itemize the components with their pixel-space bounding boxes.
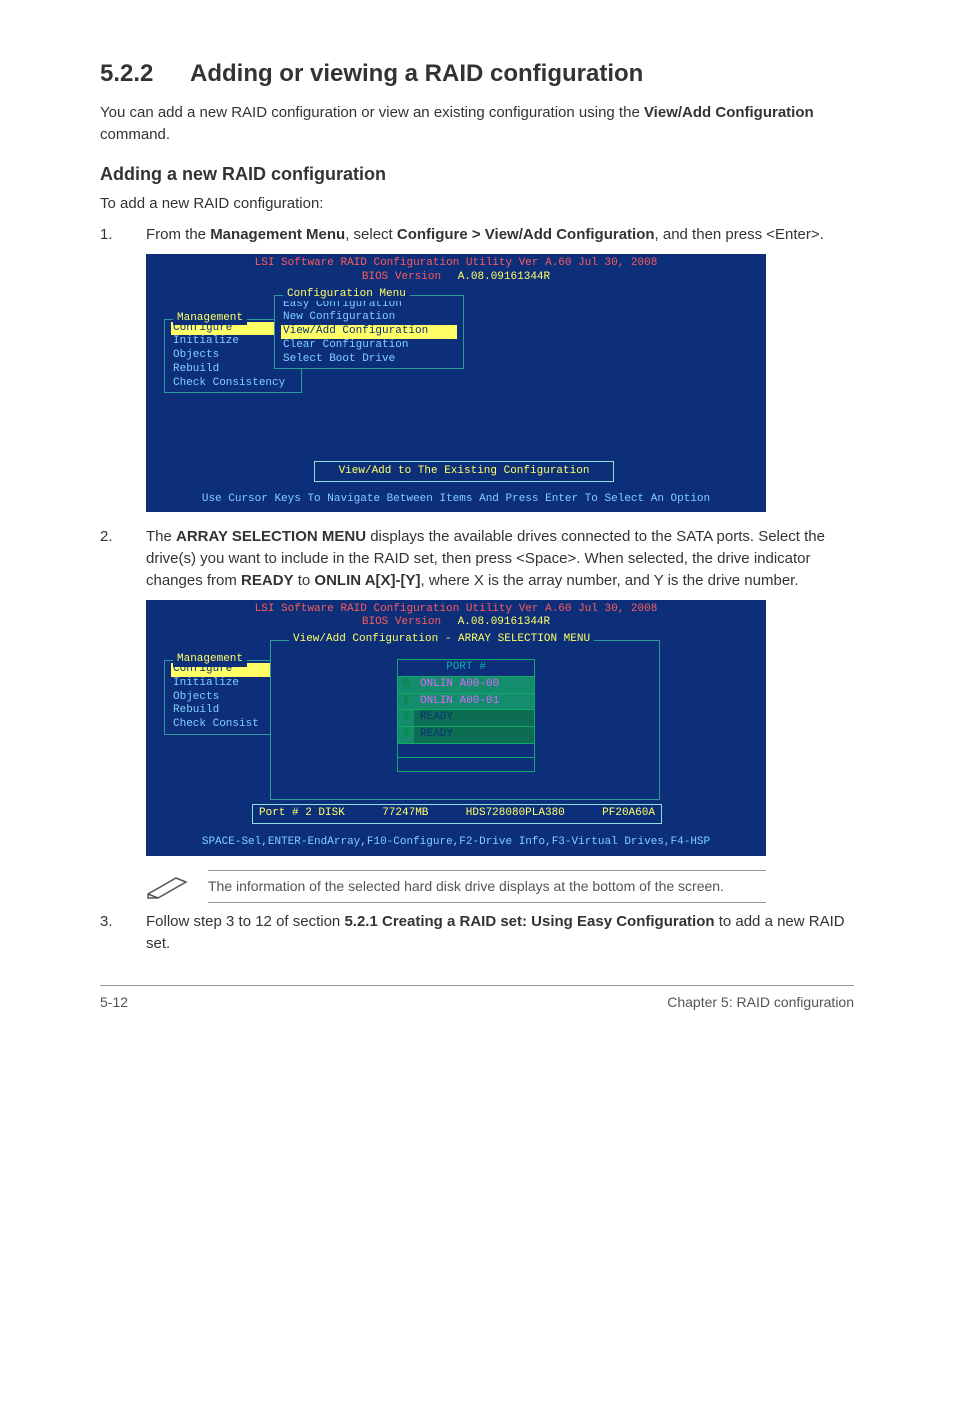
subheading: Adding a new RAID configuration bbox=[100, 164, 854, 185]
intro-paragraph: You can add a new RAID configuration or … bbox=[100, 102, 854, 146]
array-selection-menu: View/Add Configuration - ARRAY SELECTION… bbox=[270, 640, 660, 800]
status-message: View/Add to The Existing Configuration bbox=[314, 461, 614, 483]
port-2: READY bbox=[414, 710, 534, 726]
port-3: READY bbox=[414, 727, 534, 743]
port-header: PORT # bbox=[398, 660, 534, 676]
bios-header-2: LSI Software RAID Configuration Utility … bbox=[146, 600, 766, 633]
management-menu-2: Management Configure Initialize Objects … bbox=[164, 660, 282, 735]
drive-status-bar: Port # 2 DISK 77247MB HDS728080PLA380 PF… bbox=[252, 804, 662, 824]
menu2-rebuild: Rebuild bbox=[171, 704, 275, 718]
menu-check-consistency: Check Consistency bbox=[171, 377, 295, 391]
configuration-menu: Configuration Menu Easy Configuration Ne… bbox=[274, 295, 464, 370]
conf-select-boot: Select Boot Drive bbox=[281, 353, 457, 367]
menu2-objects: Objects bbox=[171, 691, 275, 705]
page-footer: 5-12 Chapter 5: RAID configuration bbox=[100, 985, 854, 1010]
section-number: 5.2.2 bbox=[100, 60, 190, 88]
note-text: The information of the selected hard dis… bbox=[208, 870, 766, 904]
conf-view-add: View/Add Configuration bbox=[281, 325, 457, 339]
page-number: 5-12 bbox=[100, 994, 128, 1010]
conf-clear: Clear Configuration bbox=[281, 339, 457, 353]
step-2: 2. The ARRAY SELECTION MENU displays the… bbox=[100, 526, 854, 591]
bios-footer: Use Cursor Keys To Navigate Between Item… bbox=[146, 489, 766, 513]
section-title: Adding or viewing a RAID configuration bbox=[190, 60, 643, 87]
subintro: To add a new RAID configuration: bbox=[100, 193, 854, 215]
port-0: ONLIN A00-00 bbox=[414, 677, 534, 693]
step-3: 3. Follow step 3 to 12 of section 5.2.1 … bbox=[100, 911, 854, 955]
pencil-icon bbox=[146, 874, 190, 900]
chapter-label: Chapter 5: RAID configuration bbox=[667, 994, 854, 1010]
bios-screenshot-2: LSI Software RAID Configuration Utility … bbox=[146, 600, 766, 856]
menu2-check-consist: Check Consist bbox=[171, 718, 275, 732]
port-1: ONLIN A00-01 bbox=[414, 694, 534, 710]
bios-footer-2: SPACE-Sel,ENTER-EndArray,F10-Configure,F… bbox=[146, 832, 766, 856]
conf-new: New Configuration bbox=[281, 311, 457, 325]
note-callout: The information of the selected hard dis… bbox=[146, 870, 766, 904]
bios-header: LSI Software RAID Configuration Utility … bbox=[146, 254, 766, 287]
section-heading: 5.2.2Adding or viewing a RAID configurat… bbox=[100, 60, 854, 88]
menu2-initialize: Initialize bbox=[171, 677, 275, 691]
port-list: PORT # 0ONLIN A00-00 1ONLIN A00-01 2READ… bbox=[397, 659, 535, 772]
step-1: 1. From the Management Menu, select Conf… bbox=[100, 224, 854, 246]
bios-screenshot-1: LSI Software RAID Configuration Utility … bbox=[146, 254, 766, 512]
